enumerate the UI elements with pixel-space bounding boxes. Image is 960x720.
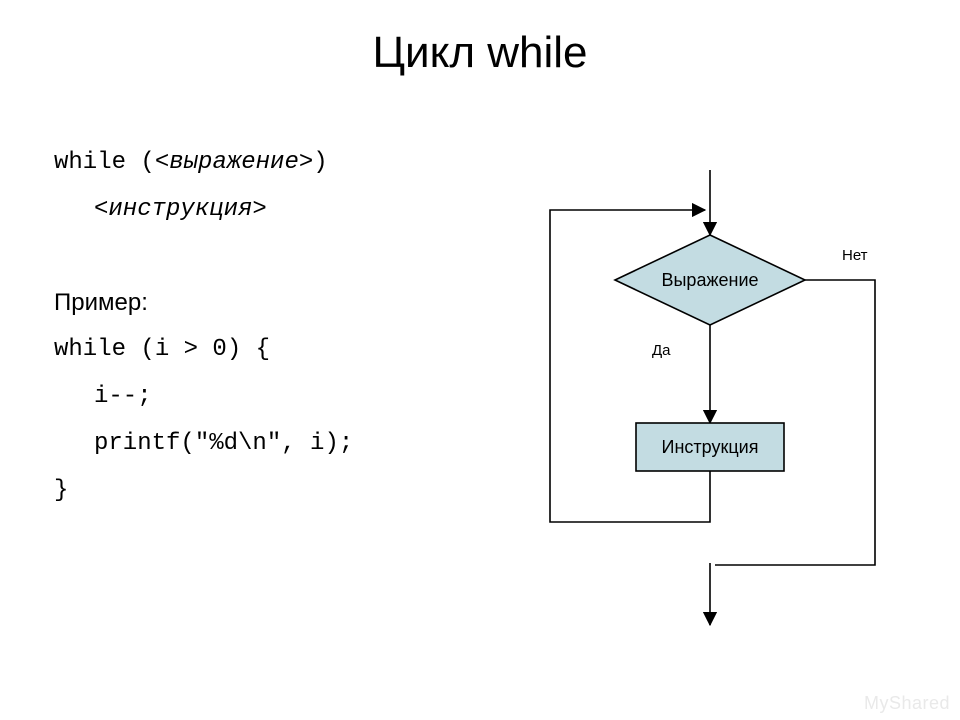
yes-label: Да [652,342,671,359]
syntax-instruction-placeholder: <инструкция> [54,187,534,234]
flowchart: Выражение Да Инструкция Нет [520,170,930,650]
syntax-expression-placeholder: <выражение> [155,149,313,176]
example-label: Пример: [54,280,534,327]
example-line-1: while (i > 0) { [54,327,534,374]
example-line-3: printf("%d\n", i); [54,421,534,468]
syntax-while-open: while ( [54,149,155,176]
syntax-line-1: while (<выражение>) [54,140,534,187]
decision-label: Выражение [661,270,758,290]
watermark: MyShared [864,693,950,714]
code-and-example: while (<выражение>) <инструкция> Пример:… [54,140,534,514]
process-label: Инструкция [662,437,759,457]
slide-title: Цикл while [0,28,960,78]
no-label: Нет [842,247,868,264]
example-line-4: } [54,468,534,515]
example-line-2: i--; [54,374,534,421]
syntax-while-close: ) [313,149,327,176]
